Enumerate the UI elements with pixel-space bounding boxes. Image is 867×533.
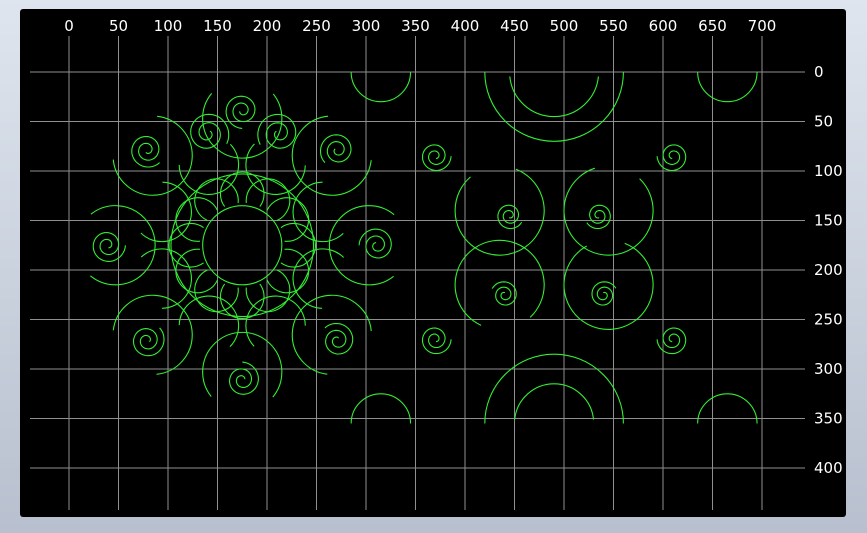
y-axis-labels: 0 50 100 150 200 250 300 350 400 xyxy=(814,63,843,477)
scroll-spiral xyxy=(324,322,354,355)
scroll-spiral xyxy=(656,327,687,355)
pattern-arc xyxy=(484,353,624,424)
x-tick-label: 400 xyxy=(451,17,480,35)
pattern-arc xyxy=(168,222,204,268)
scroll-spiral xyxy=(421,144,452,172)
lotus-tile-pattern[interactable] xyxy=(350,71,758,424)
scroll-spiral xyxy=(491,281,517,306)
scroll-spiral xyxy=(358,228,392,259)
pattern-arc xyxy=(219,283,265,319)
x-axis-labels: 0 50 100 150 200 250 300 350 400 450 500 550 600 650 7… xyxy=(64,17,776,35)
grid-plot[interactable]: 0 50 100 150 200 250 300 350 400 450 500 550 600 650 7… xyxy=(0,0,867,533)
x-tick-label: 200 xyxy=(253,17,282,35)
scroll-spiral xyxy=(319,134,352,163)
scroll-spiral xyxy=(228,361,259,395)
pattern-arc xyxy=(194,269,239,313)
x-tick-label: 100 xyxy=(154,17,183,35)
x-tick-label: 450 xyxy=(500,17,529,35)
y-tick-label: 100 xyxy=(814,162,843,180)
pattern-arc xyxy=(454,168,545,256)
x-tick-label: 650 xyxy=(698,17,727,35)
y-tick-label: 300 xyxy=(814,360,843,378)
pattern-arc xyxy=(140,248,192,309)
y-tick-label: 200 xyxy=(814,261,843,279)
pattern-arc xyxy=(266,248,310,294)
pattern-arc xyxy=(140,181,192,243)
y-tick-label: 50 xyxy=(814,113,833,131)
scroll-spiral xyxy=(131,135,160,168)
scroll-spiral xyxy=(132,327,165,357)
x-tick-label: 600 xyxy=(649,17,678,35)
pattern-arc xyxy=(175,197,219,242)
scroll-spiral xyxy=(497,204,523,230)
y-tick-label: 0 xyxy=(814,63,824,81)
x-tick-label: 0 xyxy=(64,17,74,35)
scroll-spiral xyxy=(656,144,687,172)
pattern-arc xyxy=(697,71,758,103)
scroll-spiral xyxy=(92,231,126,262)
pattern-arc xyxy=(509,76,599,118)
circular-rosette-pattern[interactable] xyxy=(90,93,395,398)
pattern-arc xyxy=(170,173,315,318)
x-tick-label: 550 xyxy=(599,17,628,35)
y-tick-label: 250 xyxy=(814,311,843,329)
pattern-arc xyxy=(484,71,624,142)
y-tick-label: 150 xyxy=(814,212,843,230)
scroll-spiral xyxy=(225,95,256,129)
x-tick-label: 700 xyxy=(748,17,777,35)
pattern-arc xyxy=(280,222,316,268)
pattern-arc xyxy=(292,181,344,243)
x-tick-label: 300 xyxy=(352,17,381,35)
y-tick-label: 400 xyxy=(814,459,843,477)
scroll-spiral xyxy=(586,204,611,230)
pattern-arc xyxy=(697,393,758,424)
pattern-arc xyxy=(245,269,291,313)
pattern-arc xyxy=(292,248,345,309)
grid-lines xyxy=(30,36,805,510)
scroll-spiral xyxy=(591,281,617,306)
scroll-spiral xyxy=(257,113,297,149)
pattern-arc xyxy=(194,178,239,222)
pattern-arc xyxy=(291,294,372,375)
pattern-arc xyxy=(202,205,283,286)
scroll-spiral xyxy=(421,327,452,355)
pattern-arc xyxy=(266,197,310,242)
pattern-arc xyxy=(563,242,654,330)
pattern-arc xyxy=(291,115,372,196)
pattern-arc xyxy=(178,143,240,195)
pattern-arc xyxy=(514,383,595,420)
x-tick-label: 250 xyxy=(302,17,331,35)
pattern-arc xyxy=(219,171,265,207)
pattern-arc xyxy=(350,71,412,103)
x-tick-label: 350 xyxy=(401,17,430,35)
pattern-arc xyxy=(245,143,306,195)
x-tick-label: 50 xyxy=(109,17,128,35)
pattern-arc xyxy=(563,167,654,256)
pattern-arc xyxy=(245,178,291,222)
pattern-arc xyxy=(175,248,219,294)
y-tick-label: 350 xyxy=(814,410,843,428)
x-tick-label: 500 xyxy=(550,17,579,35)
pattern-arc xyxy=(112,115,193,196)
scroll-spiral xyxy=(190,113,230,149)
pattern-arc xyxy=(112,294,193,375)
pattern-arc xyxy=(178,295,240,348)
x-tick-label: 150 xyxy=(203,17,232,35)
pattern-arc xyxy=(245,295,306,347)
